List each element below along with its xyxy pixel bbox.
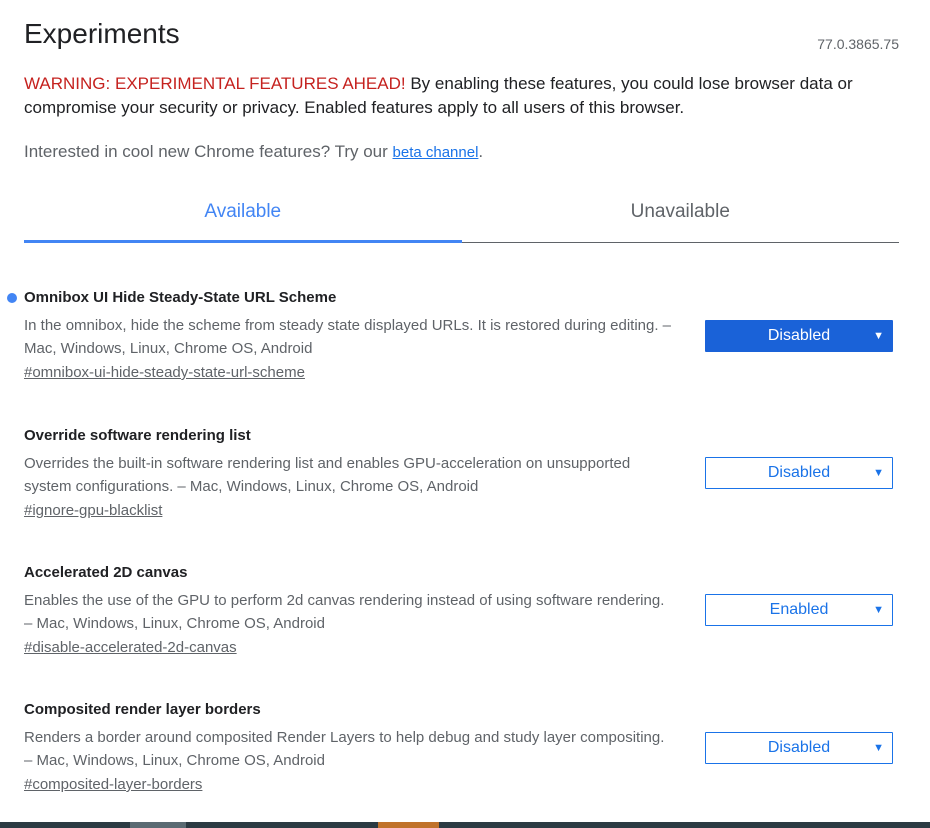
beta-promo-text: Interested in cool new Chrome features? … bbox=[24, 142, 393, 161]
experiment-omnibox-hide-url-scheme: Omnibox UI Hide Steady-State URL Scheme … bbox=[7, 288, 904, 382]
experiment-name: Override software rendering list bbox=[24, 427, 251, 444]
tab-unavailable[interactable]: Unavailable bbox=[462, 188, 900, 242]
select-value: Disabled bbox=[767, 464, 831, 481]
select-value: Disabled bbox=[767, 327, 831, 344]
beta-promo: Interested in cool new Chrome features? … bbox=[24, 140, 483, 165]
experiment-state-select[interactable]: Enabled ▼ bbox=[705, 594, 893, 626]
dropdown-arrow-icon: ▼ bbox=[873, 467, 884, 479]
page-title: Experiments bbox=[24, 18, 180, 49]
version-label: 77.0.3865.75 bbox=[817, 36, 899, 52]
taskbar-strip bbox=[0, 822, 930, 828]
experiment-permalink[interactable]: #ignore-gpu-blacklist bbox=[24, 502, 162, 519]
experiment-override-software-rendering: Override software rendering list Overrid… bbox=[24, 426, 904, 520]
taskbar-segment bbox=[130, 822, 186, 828]
taskbar-segment bbox=[378, 822, 439, 828]
dropdown-arrow-icon: ▼ bbox=[873, 330, 884, 342]
experiment-description: Overrides the built-in software renderin… bbox=[24, 455, 631, 495]
experiment-name: Accelerated 2D canvas bbox=[24, 564, 188, 581]
experiment-permalink[interactable]: #disable-accelerated-2d-canvas bbox=[24, 639, 237, 656]
experiment-accelerated-2d-canvas: Accelerated 2D canvas Enables the use of… bbox=[24, 563, 904, 657]
experiment-state-select[interactable]: Disabled ▼ bbox=[705, 320, 893, 352]
experiment-permalink[interactable]: #omnibox-ui-hide-steady-state-url-scheme bbox=[24, 364, 305, 381]
experiment-composited-layer-borders: Composited render layer borders Renders … bbox=[24, 700, 904, 794]
modified-dot-icon bbox=[7, 293, 17, 303]
beta-channel-link[interactable]: beta channel bbox=[393, 144, 479, 161]
select-value: Enabled bbox=[769, 601, 829, 618]
flags-page: Experiments 77.0.3865.75 WARNING: EXPERI… bbox=[0, 0, 930, 828]
experiment-state-select[interactable]: Disabled ▼ bbox=[705, 457, 893, 489]
dropdown-arrow-icon: ▼ bbox=[873, 604, 884, 616]
beta-promo-suffix: . bbox=[478, 142, 484, 161]
experiment-permalink[interactable]: #composited-layer-borders bbox=[24, 776, 202, 793]
tab-bar: Available Unavailable bbox=[24, 188, 899, 243]
warning-prefix: WARNING: EXPERIMENTAL FEATURES AHEAD! bbox=[24, 74, 406, 93]
tab-available[interactable]: Available bbox=[24, 188, 462, 243]
warning-text: WARNING: EXPERIMENTAL FEATURES AHEAD! By… bbox=[24, 72, 904, 120]
experiment-state-select[interactable]: Disabled ▼ bbox=[705, 732, 893, 764]
experiment-name: Composited render layer borders bbox=[24, 701, 261, 718]
experiment-description: Enables the use of the GPU to perform 2d… bbox=[24, 592, 665, 632]
experiment-name: Omnibox UI Hide Steady-State URL Scheme bbox=[24, 289, 337, 306]
experiment-description: In the omnibox, hide the scheme from ste… bbox=[24, 317, 672, 357]
select-value: Disabled bbox=[767, 739, 831, 756]
experiment-description: Renders a border around composited Rende… bbox=[24, 729, 665, 769]
dropdown-arrow-icon: ▼ bbox=[873, 742, 884, 754]
